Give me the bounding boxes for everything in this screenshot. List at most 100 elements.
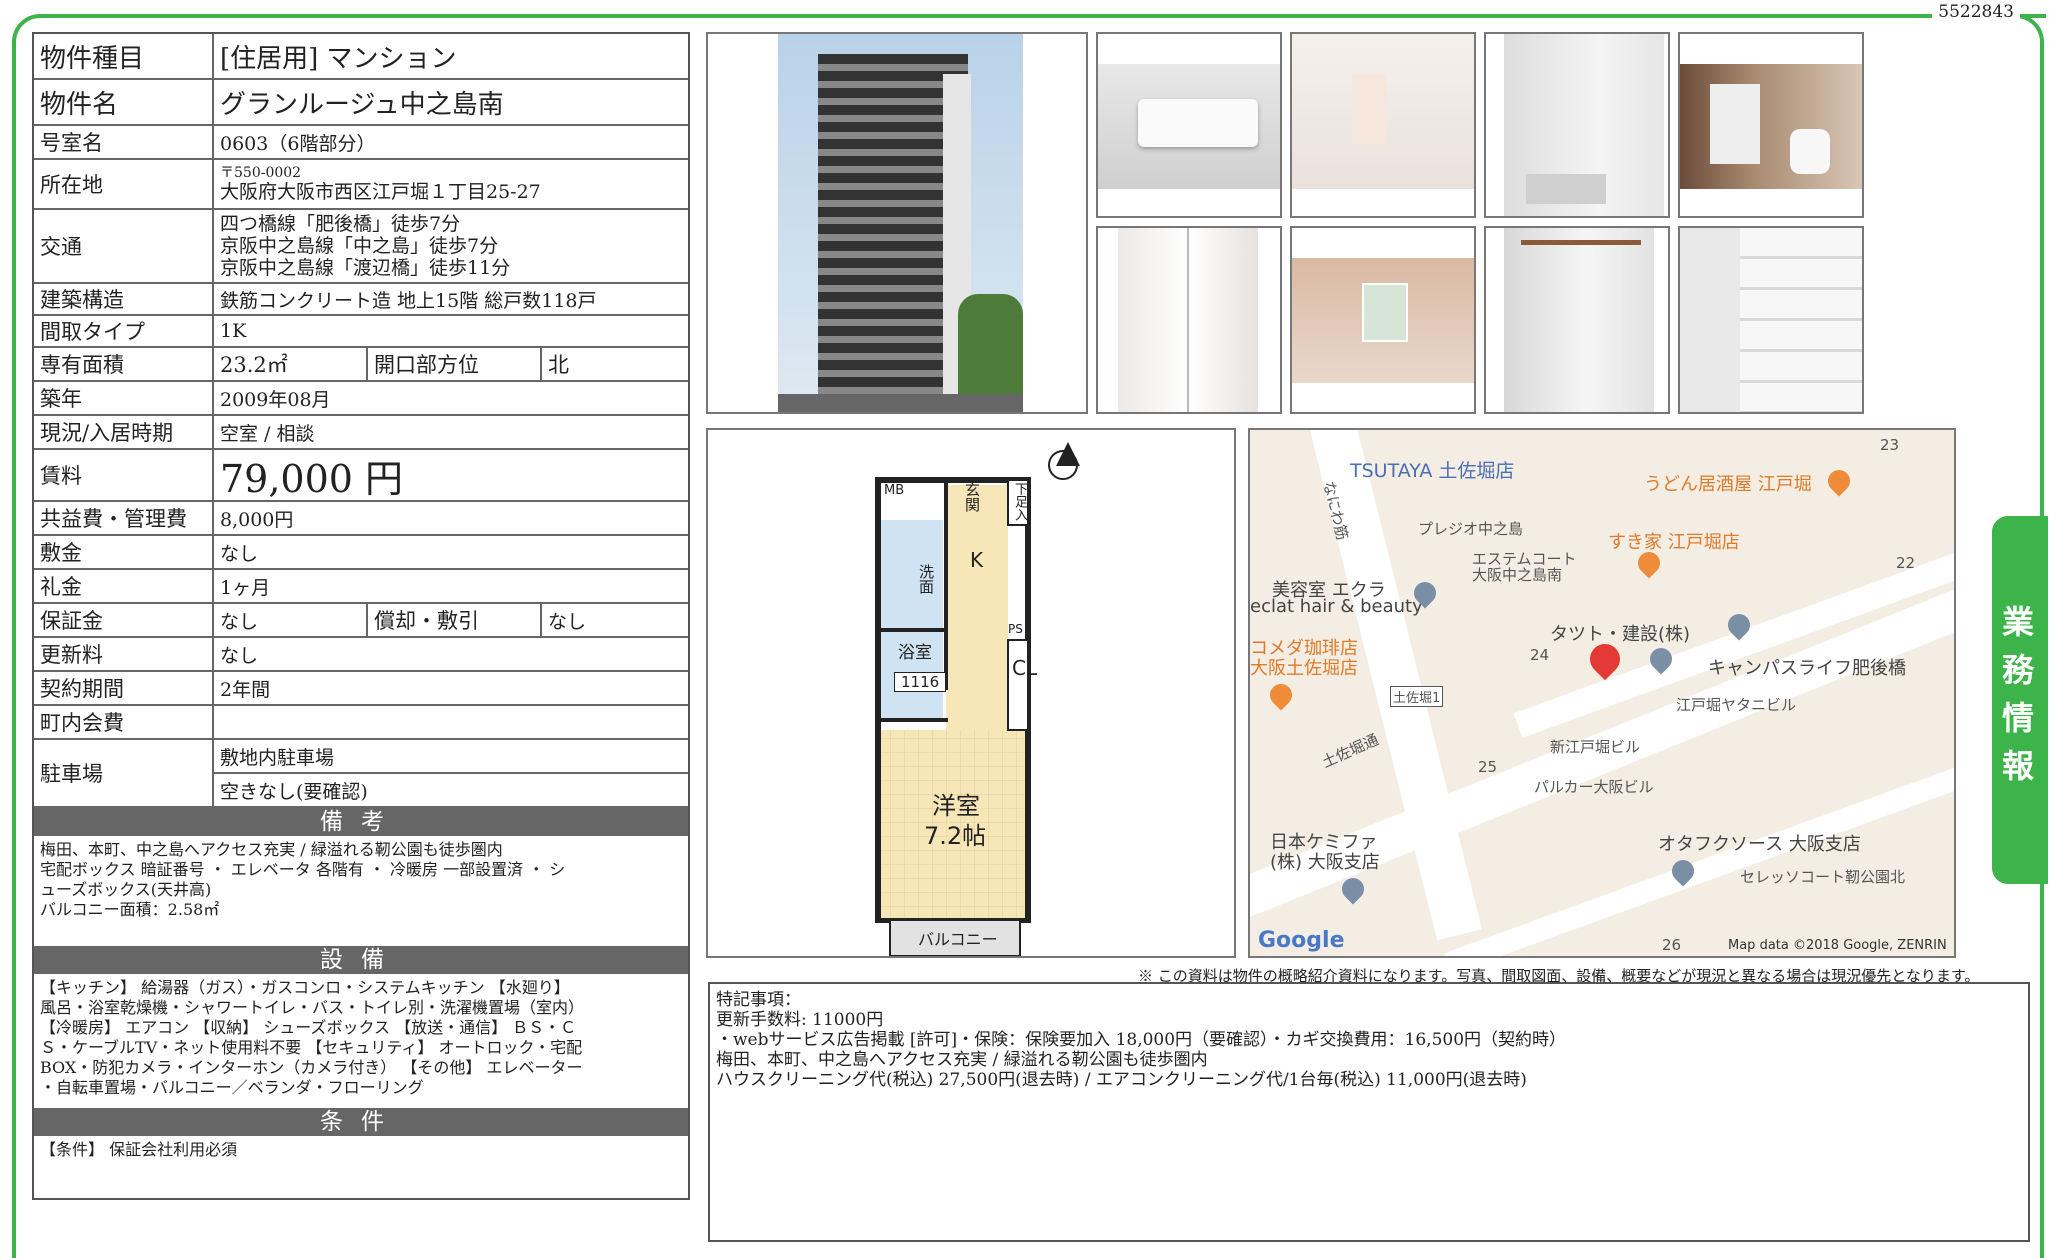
renewal-label: 更新料: [34, 638, 214, 670]
thumb-bg: [1680, 64, 1862, 189]
map-label: eclat hair & beauty: [1250, 596, 1423, 617]
key-money-label: 礼金: [34, 570, 214, 602]
map-block-number: 26: [1662, 936, 1682, 954]
special-notes-line: ・webサービス広告掲載 [許可]・保険：保険要加入 18,000円（要確認）・…: [716, 1030, 1567, 1050]
conditions-body: 【条件】 保証会社利用必須: [34, 1136, 688, 1198]
business-info-tab-label: 業務情報: [2001, 603, 2038, 785]
map-block-number: 23: [1880, 436, 1900, 454]
equipment-line: 【冷暖房】 エアコン 【収納】 シューズボックス 【放送・通信】 ＢＳ・Ｃ: [40, 1018, 577, 1037]
shelf-side: [1680, 228, 1740, 412]
remarks-line: 梅田、本町、中之島へアクセス充実 / 緑溢れる靭公園も徒歩圏内: [40, 840, 503, 859]
map-poi-pin[interactable]: [1823, 465, 1855, 497]
name-value: グランルージュ中之島南: [220, 89, 504, 120]
washroom-label: 洗面: [917, 564, 935, 594]
amort-value: なし: [548, 610, 587, 633]
deposit-value: なし: [220, 542, 259, 565]
map-label: (株) 大阪支店: [1270, 852, 1380, 873]
status-label: 現況/入居時期: [34, 416, 214, 448]
rent-label: 賃料: [34, 450, 214, 500]
photo-road: [778, 394, 1023, 412]
location-map[interactable]: TSUTAYA 土佐堀店 うどん居酒屋 江戸堀 プレジオ中之島 エステムコート …: [1248, 428, 1956, 958]
mb-label: MB: [884, 483, 905, 498]
equipment-line: 【キッチン】 給湯器（ガス）・ガスコンロ・システムキッチン 【水廻り】: [40, 978, 570, 997]
building-photo[interactable]: [706, 32, 1088, 414]
built-label: 築年: [34, 382, 214, 414]
map-label: キャンパスライフ肥後橋: [1708, 658, 1906, 679]
structure-value: 鉄筋コンクリート造 地上15階 総戸数118戸: [220, 289, 597, 312]
amort-label: 償却・敷引: [368, 604, 542, 636]
special-notes-title: 特記事項：: [716, 990, 801, 1010]
room-window: [1362, 283, 1408, 342]
map-label: パルカー大阪ビル: [1534, 778, 1654, 796]
contract-value: 2年間: [220, 678, 271, 701]
remarks-line: 宅配ボックス 暗証番号 ・ エレベータ 各階有 ・ 冷暖房 一部設置済 ・ シ: [40, 860, 566, 879]
remarks-body: 梅田、本町、中之島へアクセス充実 / 緑溢れる靭公園も徒歩圏内 宅配ボックス 暗…: [34, 836, 688, 946]
parking-value-2: 空きなし(要確認): [220, 780, 368, 803]
map-label: オタフクソース 大阪支店: [1658, 834, 1861, 855]
type-label: 物件種目: [34, 34, 214, 78]
bath-label: 浴室: [898, 643, 932, 663]
assoc-value: [214, 706, 688, 738]
contract-label: 契約期間: [34, 672, 214, 704]
direction-label: 開口部方位: [368, 348, 542, 380]
remarks-line: ューズボックス(天井高): [40, 880, 212, 899]
thumb-room[interactable]: [1290, 32, 1476, 218]
washroom-toilet: [1790, 129, 1830, 174]
remarks-header: 備考: [34, 808, 688, 836]
guarantee-value: なし: [214, 604, 368, 636]
remarks-line: バルコニー面積：2.58㎡: [40, 900, 220, 919]
thumb-closet[interactable]: [1096, 226, 1282, 414]
transport-cell: 四つ橋線「肥後橋」徒歩7分 京阪中之島線「中之島」徒歩7分 京阪中之島線「渡辺橋…: [214, 210, 688, 282]
equipment-line: 風呂・浴室乾燥機・シャワートイレ・バス・トイレ別・洗濯機置場（室内）: [40, 998, 585, 1017]
map-label: 土佐堀通: [1319, 730, 1382, 772]
conditions-header: 条件: [34, 1108, 688, 1136]
equipment-body: 【キッチン】 給湯器（ガス）・ガスコンロ・システムキッチン 【水廻り】 風呂・浴…: [34, 974, 688, 1108]
status-value: 空室 / 相談: [220, 422, 315, 445]
laundry-pan: [1526, 174, 1606, 204]
thumb-closet-2[interactable]: [1484, 226, 1670, 414]
room-value: 0603（6階部分）: [220, 132, 376, 155]
room-size: 7.2帖: [924, 822, 987, 850]
kitchen-floor: [946, 485, 1008, 740]
map-block-number: 22: [1896, 554, 1916, 572]
closet-box: [1007, 639, 1029, 731]
aircon-unit: [1138, 99, 1258, 147]
map-block-number: 24: [1530, 646, 1550, 664]
guarantee-cell: なし 償却・敷引 なし: [214, 604, 688, 636]
special-notes-line: ハウスクリーニング代(税込) 27,500円(退去時) / エアコンクリーニング…: [716, 1070, 1527, 1090]
thumb-shoe-shelf[interactable]: [1678, 226, 1864, 414]
floor-plan[interactable]: MB 玄関 下足入 K 洗面 浴室 1116 PS CL 洋室 7.2帖 バルコ…: [706, 428, 1236, 958]
thumb-washroom[interactable]: [1678, 32, 1864, 218]
area-label: 専有面積: [34, 348, 214, 380]
fee-value: 8,000円: [220, 508, 294, 531]
business-info-tab[interactable]: 業務情報: [1992, 516, 2048, 884]
map-label: セレッソコート靭公園北: [1740, 868, 1906, 886]
deposit-label: 敷金: [34, 536, 214, 568]
room-doorway: [1352, 74, 1386, 144]
address-label: 所在地: [34, 160, 214, 208]
equipment-line: ・自転車置場・バルコニー／ベランダ・フローリング: [40, 1078, 424, 1097]
balcony-label: バルコニー: [918, 930, 998, 949]
map-label: 新江戸堀ビル: [1550, 738, 1641, 756]
google-logo: Google: [1258, 928, 1345, 953]
transport-line: 京阪中之島線「中之島」徒歩7分: [220, 235, 499, 257]
thumb-aircon[interactable]: [1096, 32, 1282, 218]
map-label: タツト・建設(株): [1550, 624, 1691, 645]
special-notes: 特記事項： 更新手数料: 11000円 ・webサービス広告掲載 [許可]・保険…: [708, 982, 2030, 1242]
conditions-line: 【条件】 保証会社利用必須: [40, 1140, 238, 1159]
map-label: 江戸堀ヤタニビル: [1676, 696, 1797, 714]
renewal-value: なし: [220, 644, 259, 667]
key-money-value: 1ヶ月: [220, 576, 271, 599]
washroom-sink: [1710, 84, 1760, 164]
area-value: 23.2㎡: [214, 348, 368, 380]
guarantee-label: 保証金: [34, 604, 214, 636]
map-label: うどん居酒屋 江戸堀: [1644, 474, 1812, 495]
closet-label: CL: [1012, 656, 1038, 680]
thumb-room-window[interactable]: [1290, 226, 1476, 414]
fee-label: 共益費・管理費: [34, 502, 214, 534]
entrance-label: 玄関: [963, 482, 981, 512]
map-poi-pin[interactable]: [1265, 679, 1297, 711]
map-label: 大阪中之島南: [1472, 566, 1563, 584]
thumb-laundry[interactable]: [1484, 32, 1670, 218]
transport-line: 京阪中之島線「渡辺橋」徒歩11分: [220, 257, 511, 279]
